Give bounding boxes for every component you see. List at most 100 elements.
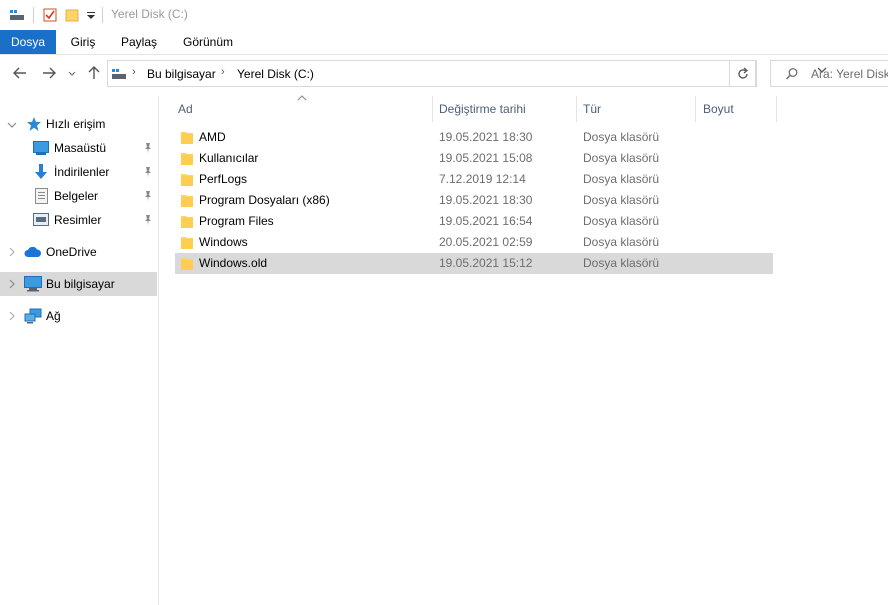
file-modified: 19.05.2021 15:08 xyxy=(439,151,533,165)
nav-label: Bu bilgisayar xyxy=(46,277,115,291)
nav-item-pictures[interactable]: Resimler xyxy=(0,208,158,232)
downloads-icon xyxy=(35,164,47,179)
file-name: Program Files xyxy=(199,214,274,228)
file-name: Kullanıcılar xyxy=(199,151,259,165)
file-type: Dosya klasörü xyxy=(583,151,660,165)
separator xyxy=(102,7,103,23)
folder-icon xyxy=(181,174,193,186)
file-name: Windows xyxy=(199,235,248,249)
nav-label: Ağ xyxy=(46,309,61,323)
column-header-modified[interactable]: Değiştirme tarihi xyxy=(439,96,574,122)
folder-icon xyxy=(181,237,193,249)
file-modified: 19.05.2021 15:12 xyxy=(439,256,533,270)
file-modified: 19.05.2021 18:30 xyxy=(439,193,533,207)
nav-label: Hızlı erişim xyxy=(46,117,106,131)
breadcrumb-this-pc[interactable]: Bu bilgisayar xyxy=(147,67,216,81)
column-label: Ad xyxy=(178,102,193,116)
nav-label: Belgeler xyxy=(54,189,99,203)
nav-quick-access[interactable]: Hızlı erişim xyxy=(0,112,158,136)
chevron-right-icon[interactable]: › xyxy=(221,66,225,78)
file-type: Dosya klasörü xyxy=(583,130,660,144)
tab-home[interactable]: Giriş xyxy=(62,30,104,54)
recent-locations-button[interactable] xyxy=(64,62,80,84)
chevron-right-icon xyxy=(9,247,15,257)
up-button[interactable] xyxy=(83,62,105,84)
chevron-right-icon xyxy=(9,311,15,321)
file-row[interactable]: Program Files 19.05.2021 16:54 Dosya kla… xyxy=(175,211,773,232)
file-type: Dosya klasörü xyxy=(583,256,660,270)
file-name: AMD xyxy=(199,130,226,144)
nav-label: OneDrive xyxy=(46,245,97,259)
this-pc-small-icon xyxy=(112,69,126,79)
column-separator[interactable] xyxy=(695,96,696,122)
chevron-right-icon[interactable]: › xyxy=(132,66,136,78)
back-button[interactable] xyxy=(9,62,31,84)
column-header-name[interactable]: Ad xyxy=(178,95,428,122)
tab-file[interactable]: Dosya xyxy=(0,30,56,54)
file-row[interactable]: PerfLogs 7.12.2019 12:14 Dosya klasörü xyxy=(175,169,773,190)
up-arrow-icon xyxy=(88,66,100,79)
column-header-size[interactable]: Boyut xyxy=(703,96,773,122)
address-bar[interactable]: › Bu bilgisayar › Yerel Disk (C:) xyxy=(107,60,826,87)
pin-icon[interactable] xyxy=(143,166,153,178)
file-name: Program Dosyaları (x86) xyxy=(199,193,330,207)
pin-icon[interactable] xyxy=(143,214,153,226)
folder-icon xyxy=(181,258,193,270)
column-header-type[interactable]: Tür xyxy=(583,96,693,122)
file-type: Dosya klasörü xyxy=(583,193,660,207)
chevron-down-icon xyxy=(7,122,17,128)
window-title: Yerel Disk (C:) xyxy=(111,7,188,21)
properties-icon[interactable] xyxy=(42,7,58,23)
separator xyxy=(33,7,34,23)
nav-onedrive[interactable]: OneDrive xyxy=(0,240,158,264)
nav-this-pc[interactable]: Bu bilgisayar xyxy=(0,272,157,296)
nav-item-documents[interactable]: Belgeler xyxy=(0,184,158,208)
file-row[interactable]: AMD 19.05.2021 18:30 Dosya klasörü xyxy=(175,127,773,148)
search-icon xyxy=(786,68,798,80)
breadcrumb-local-disk[interactable]: Yerel Disk (C:) xyxy=(237,67,314,81)
column-separator[interactable] xyxy=(432,96,433,122)
nav-label: İndirilenler xyxy=(54,165,110,179)
file-row[interactable]: Program Dosyaları (x86) 19.05.2021 18:30… xyxy=(175,190,773,211)
folder-icon xyxy=(181,153,193,165)
pin-icon[interactable] xyxy=(143,190,153,202)
file-row[interactable]: Windows 20.05.2021 02:59 Dosya klasörü xyxy=(175,232,773,253)
drive-properties-icon[interactable] xyxy=(8,7,26,23)
title-bar: Yerel Disk (C:) xyxy=(0,0,888,30)
back-arrow-icon xyxy=(13,67,26,79)
folder-icon xyxy=(181,132,193,144)
navigation-pane: Hızlı erişim Masaüstü İndirilenler Belge… xyxy=(0,96,159,605)
chevron-right-icon xyxy=(9,279,15,289)
new-folder-icon[interactable] xyxy=(64,7,80,23)
search-placeholder: Ara: Yerel Disk (C:) xyxy=(811,67,888,81)
file-row-selected[interactable]: Windows.old 19.05.2021 15:12 Dosya klasö… xyxy=(175,253,773,274)
desktop-icon xyxy=(33,141,49,155)
nav-label: Resimler xyxy=(54,213,102,227)
file-type: Dosya klasörü xyxy=(583,235,660,249)
file-name: PerfLogs xyxy=(199,172,248,186)
file-name: Windows.old xyxy=(199,256,268,270)
file-type: Dosya klasörü xyxy=(583,214,660,228)
column-separator[interactable] xyxy=(776,96,777,122)
refresh-icon xyxy=(737,67,748,79)
tab-view[interactable]: Görünüm xyxy=(176,30,240,54)
chevron-down-icon xyxy=(68,71,76,76)
tab-share[interactable]: Paylaş xyxy=(114,30,164,54)
pin-icon[interactable] xyxy=(143,142,153,154)
customize-toolbar-icon[interactable] xyxy=(85,7,97,23)
search-box[interactable]: Ara: Yerel Disk (C:) xyxy=(770,60,888,87)
nav-item-downloads[interactable]: İndirilenler xyxy=(0,160,158,184)
column-separator[interactable] xyxy=(576,96,577,122)
ribbon-tabs: Dosya Giriş Paylaş Görünüm xyxy=(0,30,888,55)
file-row[interactable]: Kullanıcılar 19.05.2021 15:08 Dosya klas… xyxy=(175,148,773,169)
nav-network[interactable]: Ağ xyxy=(0,304,158,328)
network-icon xyxy=(24,308,42,324)
nav-label: Masaüstü xyxy=(54,141,107,155)
refresh-button[interactable] xyxy=(729,60,756,87)
forward-arrow-icon xyxy=(43,67,56,79)
file-modified: 19.05.2021 16:54 xyxy=(439,214,533,228)
file-modified: 19.05.2021 18:30 xyxy=(439,130,533,144)
nav-item-desktop[interactable]: Masaüstü xyxy=(0,136,158,160)
sort-ascending-icon xyxy=(297,95,307,101)
forward-button[interactable] xyxy=(38,62,60,84)
